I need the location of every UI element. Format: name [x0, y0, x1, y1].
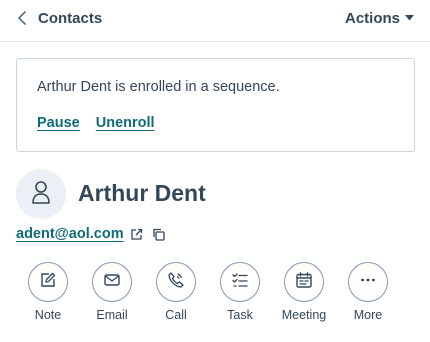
email-row: adent@aol.com — [16, 224, 165, 244]
actions-dropdown-label: Actions — [344, 9, 400, 27]
contact-name: Arthur Dent — [78, 180, 206, 206]
meeting-action-label: Meeting — [281, 308, 327, 322]
call-button[interactable] — [156, 262, 196, 302]
call-icon — [167, 271, 185, 294]
pause-sequence-link[interactable]: Pause — [37, 115, 80, 131]
note-button[interactable] — [28, 262, 68, 302]
copy-icon[interactable] — [152, 228, 165, 241]
email-action-label: Email — [96, 308, 128, 322]
avatar — [16, 169, 66, 219]
task-action[interactable]: Task — [208, 262, 272, 322]
meeting-icon — [295, 271, 313, 294]
task-icon — [231, 271, 249, 294]
email-action[interactable]: Email — [80, 262, 144, 322]
meeting-button[interactable] — [284, 262, 324, 302]
banner-message: Arthur Dent is enrolled in a sequence. — [37, 79, 280, 95]
email-icon — [103, 271, 121, 294]
meeting-action[interactable]: Meeting — [272, 262, 336, 322]
note-action-label: Note — [34, 308, 62, 322]
external-link-icon[interactable] — [130, 228, 143, 241]
call-action[interactable]: Call — [144, 262, 208, 322]
back-to-contacts-link[interactable]: Contacts — [18, 8, 102, 28]
task-action-label: Task — [227, 308, 253, 322]
sequence-enrollment-banner: Arthur Dent is enrolled in a sequence. P… — [16, 58, 415, 152]
task-button[interactable] — [220, 262, 260, 302]
note-icon — [39, 271, 57, 294]
action-bar: Note Email Call Task Meeting More — [16, 262, 400, 322]
back-link-label: Contacts — [38, 9, 103, 27]
top-bar: Contacts Actions — [0, 0, 430, 42]
email-link[interactable]: adent@aol.com — [16, 226, 124, 242]
more-button[interactable] — [348, 262, 388, 302]
chevron-left-icon — [18, 11, 26, 25]
note-action[interactable]: Note — [16, 262, 80, 322]
more-action-label: More — [353, 308, 383, 322]
unenroll-link[interactable]: Unenroll — [96, 115, 155, 131]
call-action-label: Call — [165, 308, 187, 322]
more-action[interactable]: More — [336, 262, 400, 322]
actions-dropdown[interactable]: Actions — [345, 8, 414, 28]
email-button[interactable] — [92, 262, 132, 302]
more-icon — [359, 271, 377, 294]
person-icon — [30, 179, 52, 210]
caret-down-icon — [400, 15, 414, 21]
